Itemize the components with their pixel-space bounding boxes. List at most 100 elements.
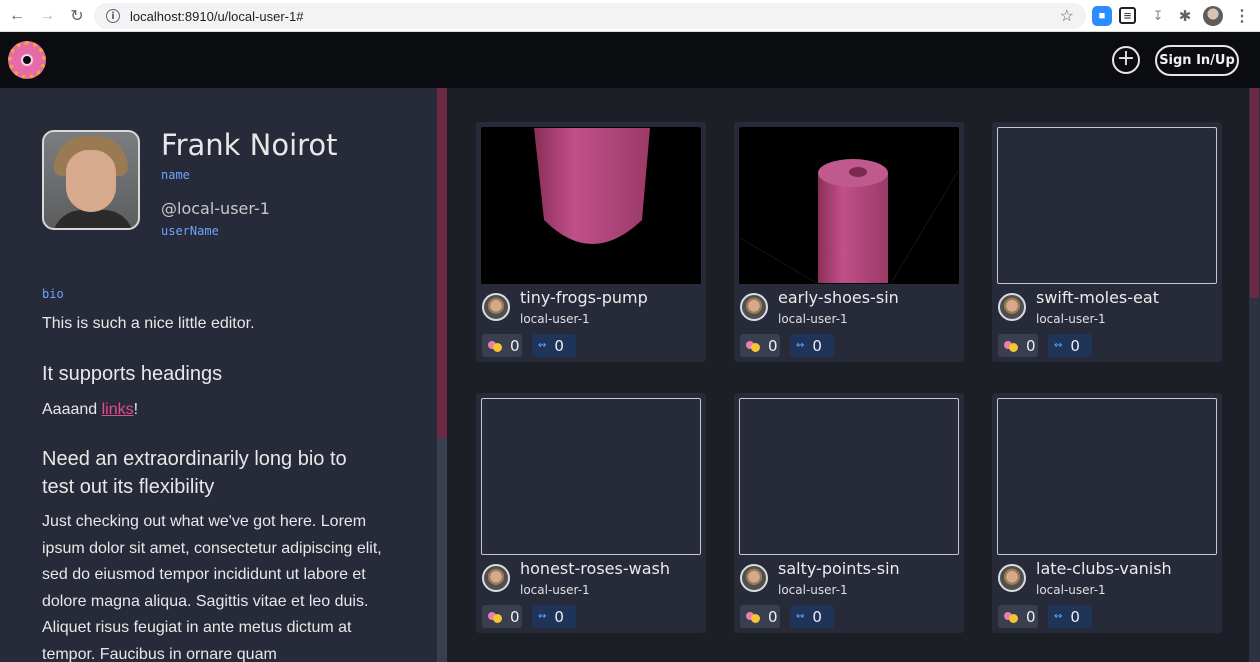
fork-icon: ↭ (796, 611, 805, 622)
like-count[interactable]: 0 (998, 605, 1038, 628)
profile-avatar-icon[interactable] (1203, 6, 1223, 26)
project-card[interactable]: swift-moles-eat local-user-1 0 ↭ 0 (992, 122, 1222, 362)
new-project-plus-icon[interactable]: + (1112, 46, 1140, 74)
avatar (482, 293, 510, 321)
avatar (998, 293, 1026, 321)
project-card[interactable]: salty-points-sin local-user-1 0 ↭ 0 (734, 393, 964, 633)
reaction-emoji-icon (488, 611, 502, 623)
bio-text: ! (133, 401, 139, 418)
forward-arrow-icon[interactable]: → (34, 3, 60, 29)
project-title[interactable]: salty-points-sin (778, 559, 900, 578)
project-user[interactable]: local-user-1 (520, 583, 590, 597)
extensions-puzzle-icon[interactable]: ✱ (1175, 6, 1195, 26)
project-thumbnail[interactable] (739, 127, 959, 284)
bio-field-label: bio (42, 287, 64, 301)
project-title[interactable]: tiny-frogs-pump (520, 288, 648, 307)
info-icon[interactable]: i (106, 9, 120, 23)
username-field-label: userName (161, 224, 219, 238)
fork-icon: ↭ (538, 611, 547, 622)
grid-scrollbar[interactable] (1249, 88, 1260, 662)
project-title[interactable]: swift-moles-eat (1036, 288, 1159, 307)
bio-paragraph-link: Aaaand links! (42, 401, 138, 419)
reaction-emoji-icon (1004, 340, 1018, 352)
project-thumbnail[interactable] (481, 398, 701, 555)
project-card[interactable]: tiny-frogs-pump local-user-1 0 ↭ 0 (476, 122, 706, 362)
fork-icon: ↭ (1054, 340, 1063, 351)
fork-count[interactable]: ↭ 0 (1048, 605, 1092, 628)
app-header: + Sign In/Up (0, 32, 1260, 88)
like-count[interactable]: 0 (482, 334, 522, 357)
fork-value: 0 (554, 607, 564, 626)
project-card[interactable]: early-shoes-sin local-user-1 0 ↭ 0 (734, 122, 964, 362)
bio-link[interactable]: links (102, 401, 134, 418)
more-menu-icon[interactable]: ⋮ (1232, 6, 1252, 26)
avatar (740, 564, 768, 592)
profile-scrollbar[interactable] (437, 88, 447, 662)
fork-count[interactable]: ↭ 0 (790, 334, 834, 357)
profile-name: Frank Noirot (161, 128, 338, 162)
like-value: 0 (768, 607, 778, 626)
fork-icon: ↭ (1054, 611, 1063, 622)
like-value: 0 (510, 607, 520, 626)
bio-paragraph: This is such a nice little editor. (42, 315, 255, 332)
project-title[interactable]: early-shoes-sin (778, 288, 899, 307)
extension-box-icon[interactable]: ≡ (1119, 7, 1136, 24)
profile-panel: Frank Noirot name @local-user-1 userName… (0, 88, 437, 662)
reaction-emoji-icon (746, 340, 760, 352)
fork-count[interactable]: ↭ 0 (1048, 334, 1092, 357)
like-value: 0 (768, 336, 778, 355)
project-user[interactable]: local-user-1 (778, 583, 848, 597)
cylinder-render (534, 128, 650, 244)
project-thumbnail[interactable] (997, 398, 1217, 555)
reaction-emoji-icon (488, 340, 502, 352)
project-card[interactable]: honest-roses-wash local-user-1 0 ↭ 0 (476, 393, 706, 633)
avatar (42, 130, 140, 230)
bio-heading-long: Need an extraordinarily long bio to test… (42, 448, 347, 498)
project-thumbnail[interactable] (739, 398, 959, 555)
fork-value: 0 (812, 607, 822, 626)
project-user[interactable]: local-user-1 (520, 312, 590, 326)
avatar (482, 564, 510, 592)
project-user[interactable]: local-user-1 (1036, 312, 1106, 326)
like-count[interactable]: 0 (998, 334, 1038, 357)
scrollbar-thumb[interactable] (1250, 88, 1259, 298)
avatar (740, 293, 768, 321)
project-title[interactable]: late-clubs-vanish (1036, 559, 1172, 578)
reload-icon[interactable]: ↻ (64, 3, 90, 29)
browser-toolbar: ← → ↻ i localhost:8910/u/local-user-1# ☆… (0, 0, 1260, 32)
fork-value: 0 (1070, 336, 1080, 355)
project-thumbnail[interactable] (481, 127, 701, 284)
fork-value: 0 (554, 336, 564, 355)
avatar (998, 564, 1026, 592)
like-count[interactable]: 0 (740, 605, 780, 628)
back-arrow-icon[interactable]: ← (4, 3, 30, 29)
address-bar[interactable]: i localhost:8910/u/local-user-1# ☆ (94, 3, 1086, 29)
like-value: 0 (1026, 607, 1036, 626)
fork-count[interactable]: ↭ 0 (532, 605, 576, 628)
project-user[interactable]: local-user-1 (1036, 583, 1106, 597)
url-text[interactable]: localhost:8910/u/local-user-1# (130, 9, 303, 24)
fork-icon: ↭ (538, 340, 547, 351)
sign-in-button[interactable]: Sign In/Up (1155, 45, 1239, 76)
download-extension-icon[interactable]: ↧ (1148, 6, 1168, 26)
like-count[interactable]: 0 (482, 605, 522, 628)
project-thumbnail[interactable] (997, 127, 1217, 284)
scrollbar-thumb[interactable] (437, 88, 447, 438)
project-user[interactable]: local-user-1 (778, 312, 848, 326)
fork-value: 0 (1070, 607, 1080, 626)
name-field-label: name (161, 168, 190, 182)
fork-count[interactable]: ↭ 0 (790, 605, 834, 628)
zoom-extension-icon[interactable]: ■ (1092, 6, 1112, 26)
fork-count[interactable]: ↭ 0 (532, 334, 576, 357)
profile-username: @local-user-1 (161, 199, 270, 218)
bookmark-star-icon[interactable]: ☆ (1060, 6, 1074, 26)
fork-value: 0 (812, 336, 822, 355)
bio-long-paragraph: Just checking out what we've got here. L… (42, 513, 382, 662)
like-count[interactable]: 0 (740, 334, 780, 357)
project-title[interactable]: honest-roses-wash (520, 559, 670, 578)
donut-logo-icon[interactable] (8, 41, 46, 79)
fork-icon: ↭ (796, 340, 805, 351)
reaction-emoji-icon (1004, 611, 1018, 623)
cylinder-render (740, 159, 958, 283)
project-card[interactable]: late-clubs-vanish local-user-1 0 ↭ 0 (992, 393, 1222, 633)
